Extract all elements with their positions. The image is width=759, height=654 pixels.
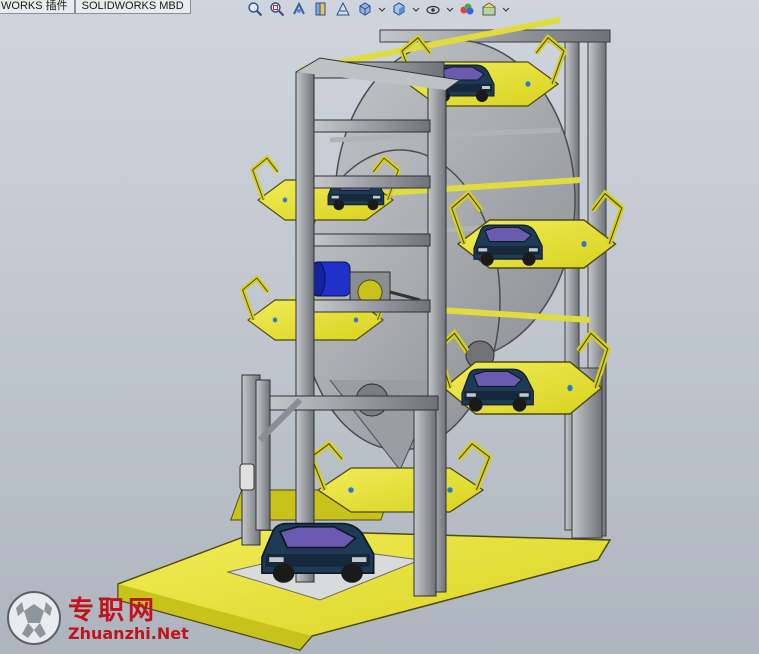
dynamic-annotation-button[interactable] <box>334 0 352 18</box>
edit-appearance-icon <box>460 3 474 15</box>
command-tab-strip: WORKS 插件 SOLIDWORKS MBD <box>0 0 191 14</box>
view-orientation-button[interactable] <box>356 0 374 18</box>
watermark-brand: 专职网 <box>68 596 159 626</box>
dynamic-annotation-icon <box>336 1 350 16</box>
car-ground-level <box>261 522 375 584</box>
pallet-right-lower <box>438 333 608 414</box>
previous-view-icon <box>293 1 305 15</box>
watermark-url: Zhuanzhi.Net <box>68 624 189 643</box>
hide-show-dropdown[interactable] <box>446 0 454 18</box>
zoom-to-area-button[interactable] <box>268 0 286 18</box>
watermark: 专职网 Zhuanzhi.Net <box>6 590 196 648</box>
soccer-ball-logo-icon <box>7 591 61 645</box>
chevron-down-icon <box>502 7 510 12</box>
model-viewport[interactable] <box>0 0 759 654</box>
section-view-button[interactable] <box>312 0 330 18</box>
tab-solidworks-addins[interactable]: WORKS 插件 <box>0 0 75 14</box>
previous-view-button[interactable] <box>290 0 308 18</box>
display-style-button[interactable] <box>390 0 408 18</box>
chevron-down-icon <box>412 7 420 12</box>
zoom-to-fit-icon <box>248 2 263 17</box>
tab-solidworks-mbd[interactable]: SOLIDWORKS MBD <box>74 0 191 14</box>
view-orientation-icon <box>359 2 371 16</box>
view-orientation-dropdown[interactable] <box>378 0 386 18</box>
heads-up-view-toolbar <box>246 0 510 18</box>
zoom-to-area-icon <box>270 2 285 17</box>
display-style-dropdown[interactable] <box>412 0 420 18</box>
hide-show-items-icon <box>426 5 440 15</box>
pallet-left-upper <box>253 158 399 220</box>
display-style-icon <box>393 2 405 16</box>
apply-scene-dropdown[interactable] <box>502 0 510 18</box>
edit-appearance-button[interactable] <box>458 0 476 18</box>
chevron-down-icon <box>378 7 386 12</box>
chevron-down-icon <box>446 7 454 12</box>
section-view-icon <box>315 2 326 16</box>
apply-scene-button[interactable] <box>480 0 498 18</box>
apply-scene-icon <box>482 2 496 16</box>
hide-show-items-button[interactable] <box>424 0 442 18</box>
zoom-to-fit-button[interactable] <box>246 0 264 18</box>
